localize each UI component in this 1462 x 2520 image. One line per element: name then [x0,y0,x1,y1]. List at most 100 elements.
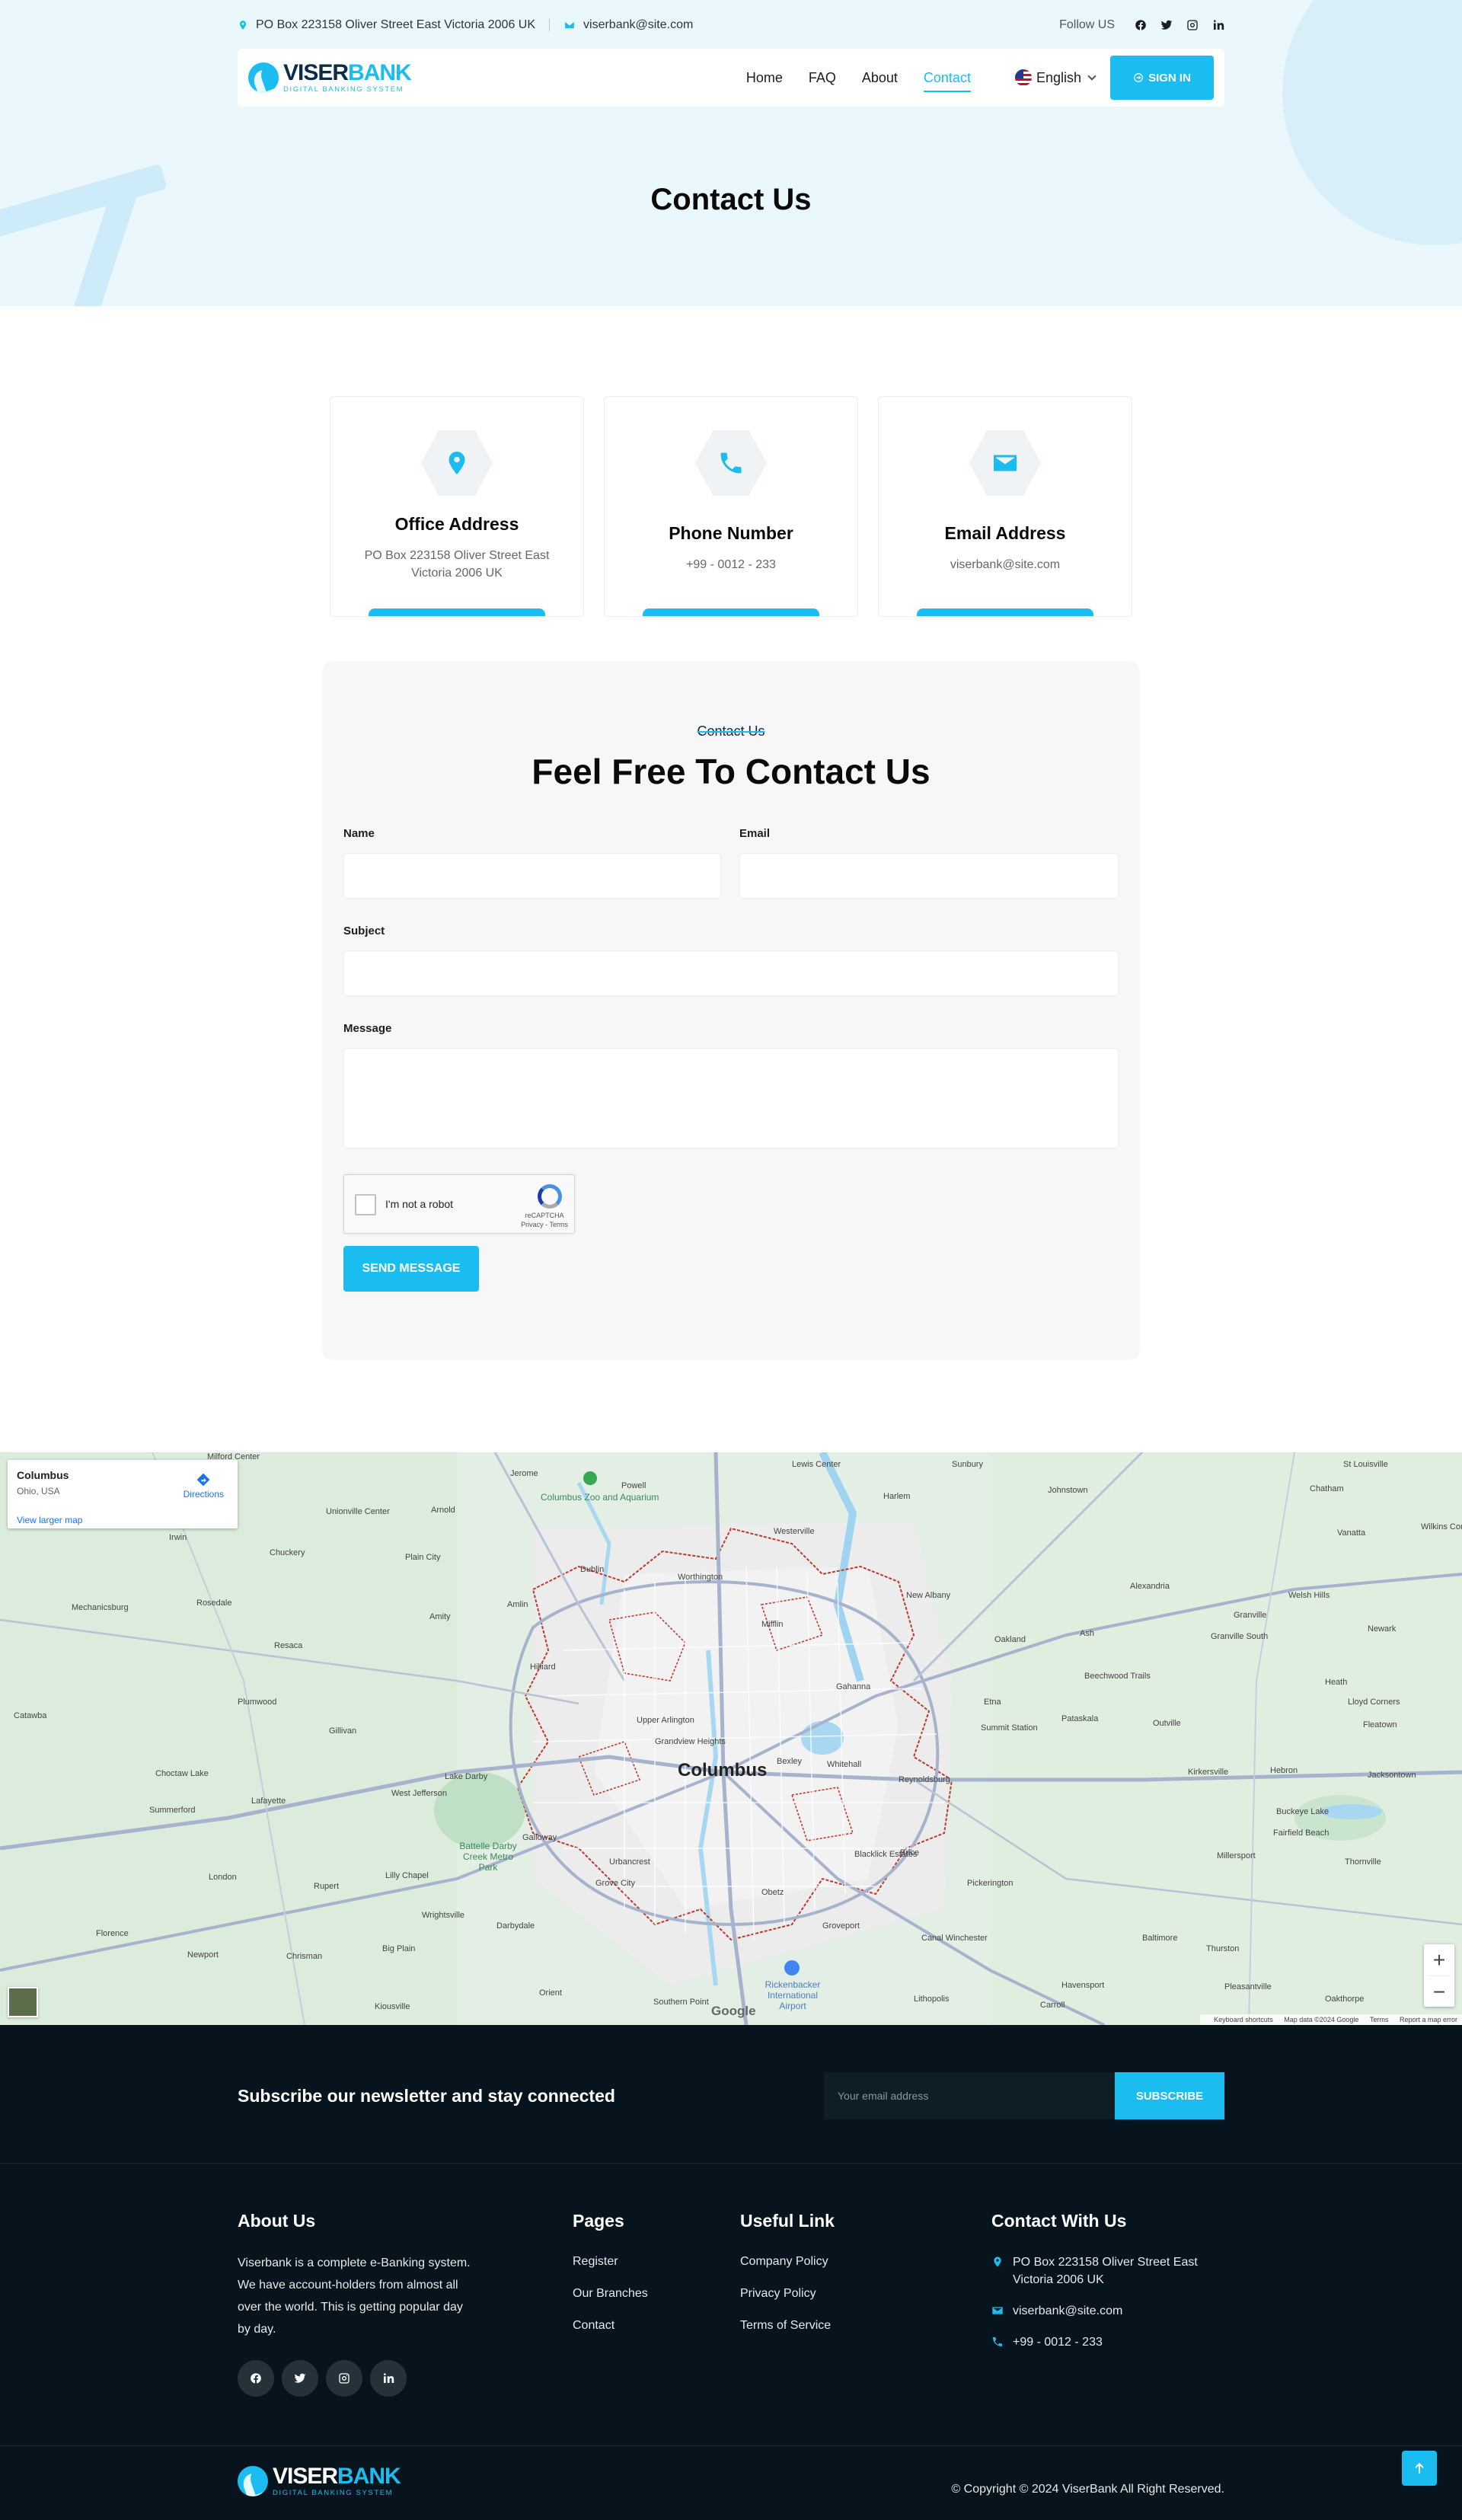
satellite-toggle[interactable] [8,1987,38,2017]
name-input[interactable] [343,853,721,899]
map-label: Baltimore [1142,1934,1178,1943]
map-label: Rupert [314,1882,340,1891]
map-label: Big Plain [382,1944,416,1953]
map-label: Amity [429,1612,451,1621]
map-label: Chuckery [270,1548,305,1557]
zoom-controls: + − [1424,1944,1454,2007]
facebook-icon[interactable] [1135,19,1147,31]
instagram-icon[interactable] [1186,19,1199,31]
subscribe-button[interactable]: SUBSCRIBE [1115,2072,1224,2119]
map-label: Whitehall [827,1760,862,1769]
footer-contact-address: PO Box 223158 Oliver Street East Victori… [991,2253,1220,2288]
topbar-email-text[interactable]: viserbank@site.com [583,18,693,32]
report-map-error-link[interactable]: Report a map error [1400,2016,1457,2023]
footer-link-our-branches[interactable]: Our Branches [573,2287,648,2301]
useful-link-heading: Useful Link [740,2211,835,2231]
nav-link-home[interactable]: Home [746,65,783,91]
nav-link-contact[interactable]: Contact [923,65,972,92]
brand-name: VISERBANK [273,2464,401,2489]
footer-link-privacy-policy[interactable]: Privacy Policy [740,2287,831,2301]
view-larger-map-link[interactable]: View larger map [17,1515,82,1525]
footer-contact-phone[interactable]: +99 - 0012 - 233 [991,2333,1220,2351]
map-label: Upper Arlington [637,1716,694,1725]
name-label: Name [343,827,375,840]
language-selector[interactable]: English [1014,69,1096,86]
twitter-icon[interactable] [1160,19,1173,31]
footer-link-terms-of-service[interactable]: Terms of Service [740,2319,831,2333]
map-label: Summerford [149,1806,196,1815]
map-label: Granville South [1211,1632,1269,1641]
map-label: Chatham [1310,1484,1344,1493]
map-canvas[interactable] [0,1452,1462,2025]
map-label: Kirkersville [1188,1768,1229,1777]
sign-in-button[interactable]: SIGN IN [1110,56,1214,100]
map-pin-icon [448,452,465,474]
map-label: Vanatta [1337,1528,1366,1538]
newsletter-email-input[interactable] [824,2072,1115,2119]
site-footer: Subscribe our newsletter and stay connec… [0,2025,1462,2520]
footer-link-contact[interactable]: Contact [573,2319,648,2333]
back-to-top-button[interactable] [1402,2451,1437,2486]
map-label: Summit Station [981,1723,1038,1733]
footer-contact-email[interactable]: viserbank@site.com [991,2302,1220,2320]
terms-link[interactable]: Terms [1370,2016,1389,2023]
footer-contact-list: PO Box 223158 Oliver Street East Victori… [991,2253,1220,2365]
contact-form: Contact Us Feel Free To Contact Us Name … [322,661,1140,1360]
recaptcha-checkbox[interactable] [355,1194,376,1215]
send-message-button[interactable]: SEND MESSAGE [343,1246,479,1292]
map-label: Dublin [580,1565,605,1574]
card-text: +99 - 0012 - 233 [686,558,776,571]
map-label: Darbydale [496,1921,535,1931]
directions-button[interactable]: Directions [184,1472,224,1500]
sign-in-icon [1134,73,1143,82]
map-label: Resaca [274,1641,303,1650]
map-label: Urbancrest [609,1857,650,1867]
footer-divider [0,2163,1462,2164]
map-label: New Albany [906,1591,951,1600]
facebook-button[interactable] [238,2360,274,2397]
brand-logo[interactable]: VISERBANK DIGITAL BANKING SYSTEM [248,62,412,94]
map-label: Etna [984,1698,1001,1707]
nav-link-about[interactable]: About [862,65,898,91]
useful-links: Company Policy Privacy Policy Terms of S… [740,2255,831,2333]
card-title: Email Address [944,523,1066,543]
hexagon-badge [695,430,767,497]
contact-with-us-heading: Contact With Us [991,2211,1127,2231]
form-title: Feel Free To Contact Us [531,752,931,791]
email-input[interactable] [739,853,1119,899]
map-label: Lake Darby [445,1772,488,1781]
map-label: Catawba [14,1711,47,1720]
topbar-address: PO Box 223158 Oliver Street East Victori… [238,18,535,32]
map-label: Lewis Center [792,1460,841,1469]
linkedin-icon[interactable] [1212,19,1224,31]
footer-brand-logo[interactable]: VISERBANK DIGITAL BANKING SYSTEM [238,2465,401,2497]
map-attribution: Keyboard shortcuts Map data ©2024 Google… [1200,2014,1462,2025]
instagram-button[interactable] [326,2360,362,2397]
footer-link-register[interactable]: Register [573,2255,648,2269]
keyboard-shortcuts-link[interactable]: Keyboard shortcuts [1214,2016,1273,2023]
recaptcha-brand: reCAPTCHA Privacy - Terms [521,1212,568,1228]
map-label: Jerome [510,1469,538,1478]
message-textarea[interactable] [343,1048,1119,1148]
map-label: Southern Point [653,1998,709,2007]
directions-icon [196,1473,210,1487]
zoom-in-button[interactable]: + [1424,1944,1454,1975]
linkedin-button[interactable] [370,2360,407,2397]
card-accent-bar [917,608,1093,616]
footer-link-company-policy[interactable]: Company Policy [740,2255,831,2269]
twitter-button[interactable] [282,2360,318,2397]
topbar-email[interactable]: viserbank@site.com [563,18,693,32]
recaptcha-label: I'm not a robot [385,1198,454,1210]
contact-info-cards: Office Address PO Box 223158 Oliver Stre… [330,396,1132,617]
map-label: Mechanicsburg [72,1603,129,1612]
map-label: Lithopolis [914,1995,950,2004]
map-label: Heath [1325,1678,1348,1687]
nav-link-faq[interactable]: FAQ [809,65,836,91]
zoom-out-button[interactable]: − [1424,1976,1454,2007]
map-label: Wrightsville [422,1911,465,1920]
google-map[interactable]: Columbus Ohio, USA View larger map Direc… [0,1452,1462,2025]
map-label: Hebron [1270,1766,1298,1775]
map-label: Oakthorpe [1325,1995,1365,2004]
subject-input[interactable] [343,950,1119,996]
card-accent-bar [369,608,545,616]
